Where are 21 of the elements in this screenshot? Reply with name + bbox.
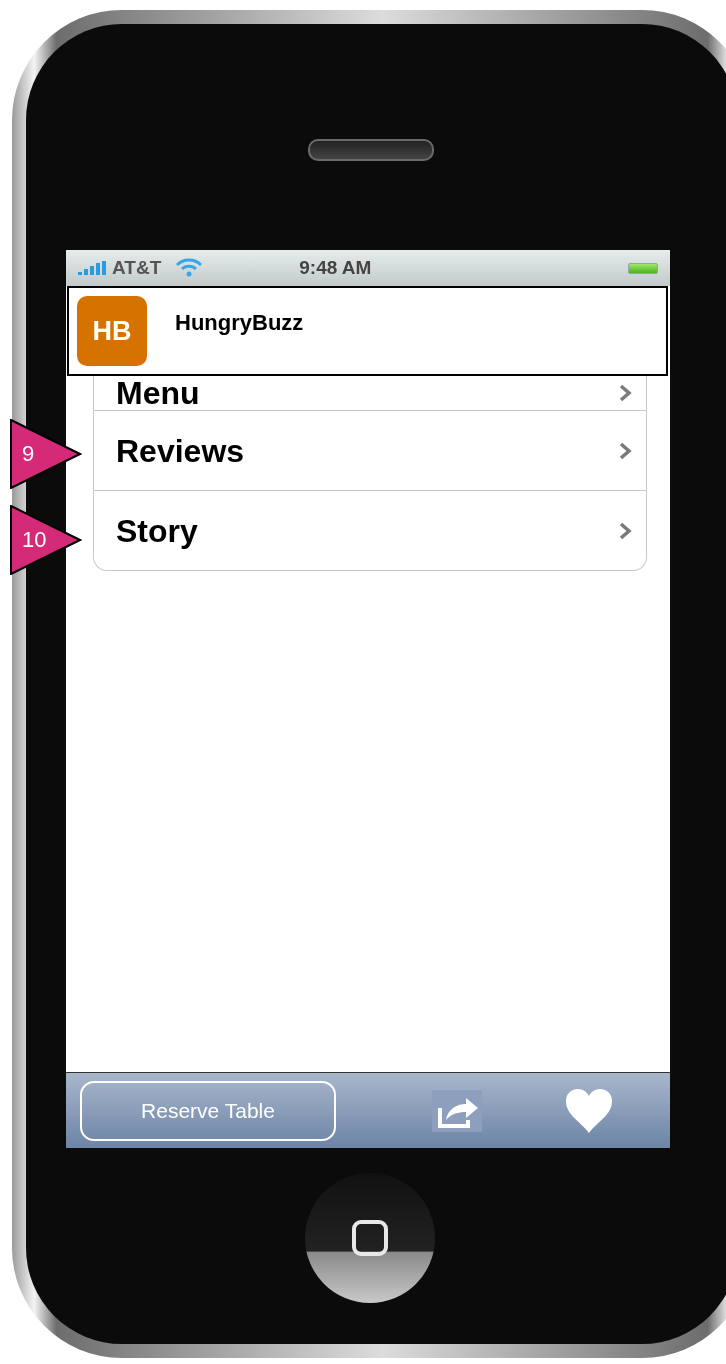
heart-icon[interactable] <box>566 1088 612 1133</box>
clock-time: 9:48 AM <box>299 257 373 279</box>
row-label: Menu <box>116 376 200 410</box>
battery-icon <box>628 262 658 274</box>
chevron-right-icon <box>618 520 632 541</box>
menu-row[interactable]: Menu <box>94 376 646 410</box>
chevron-right-icon <box>618 383 632 403</box>
callout-marker: 10 <box>10 505 82 575</box>
app-logo: HB <box>77 296 147 366</box>
wifi-icon <box>175 258 204 278</box>
row-label: Story <box>116 513 198 548</box>
menu-row[interactable]: Reviews <box>94 410 646 490</box>
chevron-right-icon <box>618 440 632 461</box>
app-title: HungryBuzz <box>175 310 304 336</box>
callout-marker: 9 <box>10 419 82 489</box>
row-label: Reviews <box>116 433 245 468</box>
menu-row[interactable]: Story <box>94 490 646 570</box>
share-icon[interactable] <box>432 1089 482 1132</box>
carrier-name: AT&T <box>112 257 162 279</box>
square-icon <box>352 1220 388 1256</box>
signal-icon <box>78 261 108 275</box>
